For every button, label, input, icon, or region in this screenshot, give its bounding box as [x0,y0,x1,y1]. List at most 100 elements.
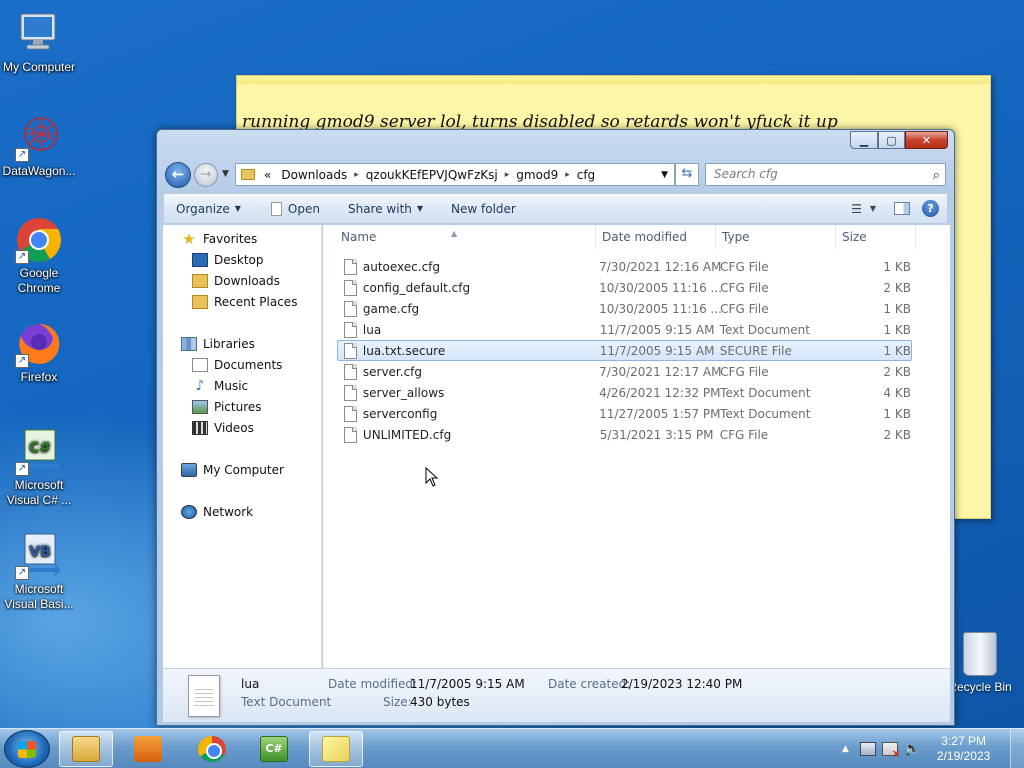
file-row[interactable]: game.cfg 10/30/2005 11:16 ... CFG File 1… [337,298,912,319]
nav-documents[interactable]: Documents [192,355,282,375]
nav-pictures[interactable]: Pictures [192,397,262,417]
folder-icon [241,169,255,180]
nav-music[interactable]: ♪ Music [192,376,249,396]
show-desktop-button[interactable] [1010,729,1024,768]
desktop-icon-datawagon[interactable]: ↗ DataWagon... [0,114,78,179]
nav-label: Desktop [214,253,264,267]
file-name: lua [362,322,382,337]
taskbar-visual-csharp-button[interactable]: C# [247,731,301,767]
nav-network[interactable]: Network [181,502,253,522]
toolbar-right: ☰ ▼ ? [845,200,947,217]
file-type: CFG File [720,301,769,316]
action-center-icon[interactable] [881,742,901,760]
breadcrumb-cfg[interactable]: cfg [572,168,600,182]
file-row-selected[interactable]: lua.txt.secure 11/7/2005 9:15 AM SECURE … [337,340,912,361]
desktop-icon-visual-csharp[interactable]: C# ↗ Microsoft Visual C# ... [0,428,78,508]
column-header-type[interactable]: Type [716,225,836,249]
open-label: Open [287,201,320,216]
organize-button[interactable]: Organize ▼ [164,202,250,216]
clock[interactable]: 3:27 PM 2/19/2023 [937,734,990,764]
column-label: Size [842,230,867,244]
file-size: 1 KB [883,406,911,421]
desktop-icon-label: Microsoft Visual Basi... [4,582,74,611]
share-with-button[interactable]: Share with ▼ [339,202,432,216]
taskbar: C# ▲ 🔈 3:27 PM 2/19/2023 [0,728,1024,768]
breadcrumb-downloads[interactable]: Downloads [276,168,352,182]
breadcrumb-gmod9[interactable]: gmod9 [511,168,563,182]
nav-downloads[interactable]: Downloads [192,271,280,291]
computer-icon [15,10,63,58]
file-row[interactable]: serverconfig 11/27/2005 1:57 PM Text Doc… [337,403,912,424]
help-button[interactable]: ? [922,200,939,217]
nav-videos[interactable]: Videos [192,418,254,438]
chevron-down-icon: ▼ [416,204,424,213]
videos-icon [192,421,208,435]
search-icon[interactable]: ⌕ [933,165,940,186]
file-size: 1 KB [883,301,911,316]
desktop-icon-visual-basic[interactable]: VB ↗ Microsoft Visual Basi... [0,532,78,612]
nav-recent-places[interactable]: Recent Places [192,292,297,312]
search-input[interactable]: Search cfg ⌕ [705,163,946,186]
file-row[interactable]: config_default.cfg 10/30/2005 11:16 ... … [337,277,912,298]
file-size: 2 KB [883,280,911,295]
taskbar-chrome-button[interactable] [185,731,239,767]
address-dropdown-icon[interactable]: ▼ [661,170,668,180]
address-overflow-button[interactable]: « [259,168,276,182]
breadcrumb-separator-icon[interactable]: ▸ [503,170,512,180]
column-header-size[interactable]: Size [836,225,916,249]
nav-my-computer[interactable]: My Computer [181,460,284,480]
start-button[interactable] [4,730,50,768]
file-row[interactable]: server_allows 4/26/2021 12:32 PM Text Do… [337,382,912,403]
sticky-note-titlebar[interactable] [237,76,990,84]
breadcrumb-separator-icon[interactable]: ▸ [352,170,361,180]
preview-pane-button[interactable] [894,202,910,215]
taskbar-sticky-notes-button[interactable] [309,731,363,767]
new-folder-button[interactable]: New folder [442,202,525,216]
file-icon [344,363,357,380]
maximize-button[interactable]: ▢ [878,131,905,149]
network-status-icon[interactable] [859,742,876,756]
desktop-icon-firefox[interactable]: ↗ Firefox [0,320,78,385]
file-row[interactable]: UNLIMITED.cfg 5/31/2021 3:15 PM CFG File… [337,424,912,445]
nav-favorites[interactable]: ★ Favorites [181,229,257,249]
breadcrumb-separator-icon[interactable]: ▸ [563,170,572,180]
file-name: server.cfg [362,364,423,379]
refresh-button[interactable]: ⇆ [675,163,699,186]
recent-pages-dropdown[interactable]: ▼ [222,169,229,179]
forward-button[interactable]: → [194,163,218,187]
open-button[interactable]: Open [262,201,329,216]
visual-basic-icon: VB ↗ [15,532,63,580]
nav-desktop[interactable]: Desktop [192,250,264,270]
minimize-button[interactable]: ▁ [850,131,878,149]
volume-icon[interactable]: 🔈 [904,742,921,756]
address-bar[interactable]: « Downloads ▸ qzoukKEfEPVJQwFzKsj ▸ gmod… [235,163,675,186]
organize-label: Organize [176,201,230,216]
file-row[interactable]: autoexec.cfg 7/30/2021 12:16 AM CFG File… [337,256,912,277]
column-header-name[interactable]: ▲ Name [323,225,596,249]
taskbar-media-player-button[interactable] [121,731,175,767]
desktop-icon-label: DataWagon... [2,164,76,178]
libraries-icon [181,337,197,351]
details-date-created-label: Date created: [548,677,631,691]
taskbar-explorer-button[interactable] [59,731,113,767]
file-name: serverconfig [362,406,438,421]
file-date: 10/30/2005 11:16 ... [599,280,722,295]
show-hidden-icons-button[interactable]: ▲ [842,744,849,754]
chevron-down-icon: ▼ [869,204,876,213]
nav-label: My Computer [203,463,284,477]
close-button[interactable]: ✕ [905,131,948,149]
desktop-icon-my-computer[interactable]: My Computer [0,10,78,75]
change-view-button[interactable]: ☰ ▼ [845,202,882,216]
back-button[interactable]: ← [165,162,191,188]
file-row[interactable]: server.cfg 7/30/2021 12:17 AM CFG File 2… [337,361,912,382]
file-date: 7/30/2021 12:17 AM [599,364,722,379]
help-icon: ? [927,202,934,215]
file-row[interactable]: lua 11/7/2005 9:15 AM Text Document 1 KB [337,319,912,340]
nav-libraries[interactable]: Libraries [181,334,255,354]
datawagon-icon: ↗ [15,114,63,162]
column-header-date-modified[interactable]: Date modified [596,225,716,249]
breadcrumb-qzoukkefepvjqwfzksj[interactable]: qzoukKEfEPVJQwFzKsj [361,168,503,182]
desktop-icon-chrome[interactable]: ↗ Google Chrome [0,216,78,296]
details-date-created: 2/19/2023 12:40 PM [621,677,743,691]
desktop-icon-label: My Computer [2,60,76,74]
